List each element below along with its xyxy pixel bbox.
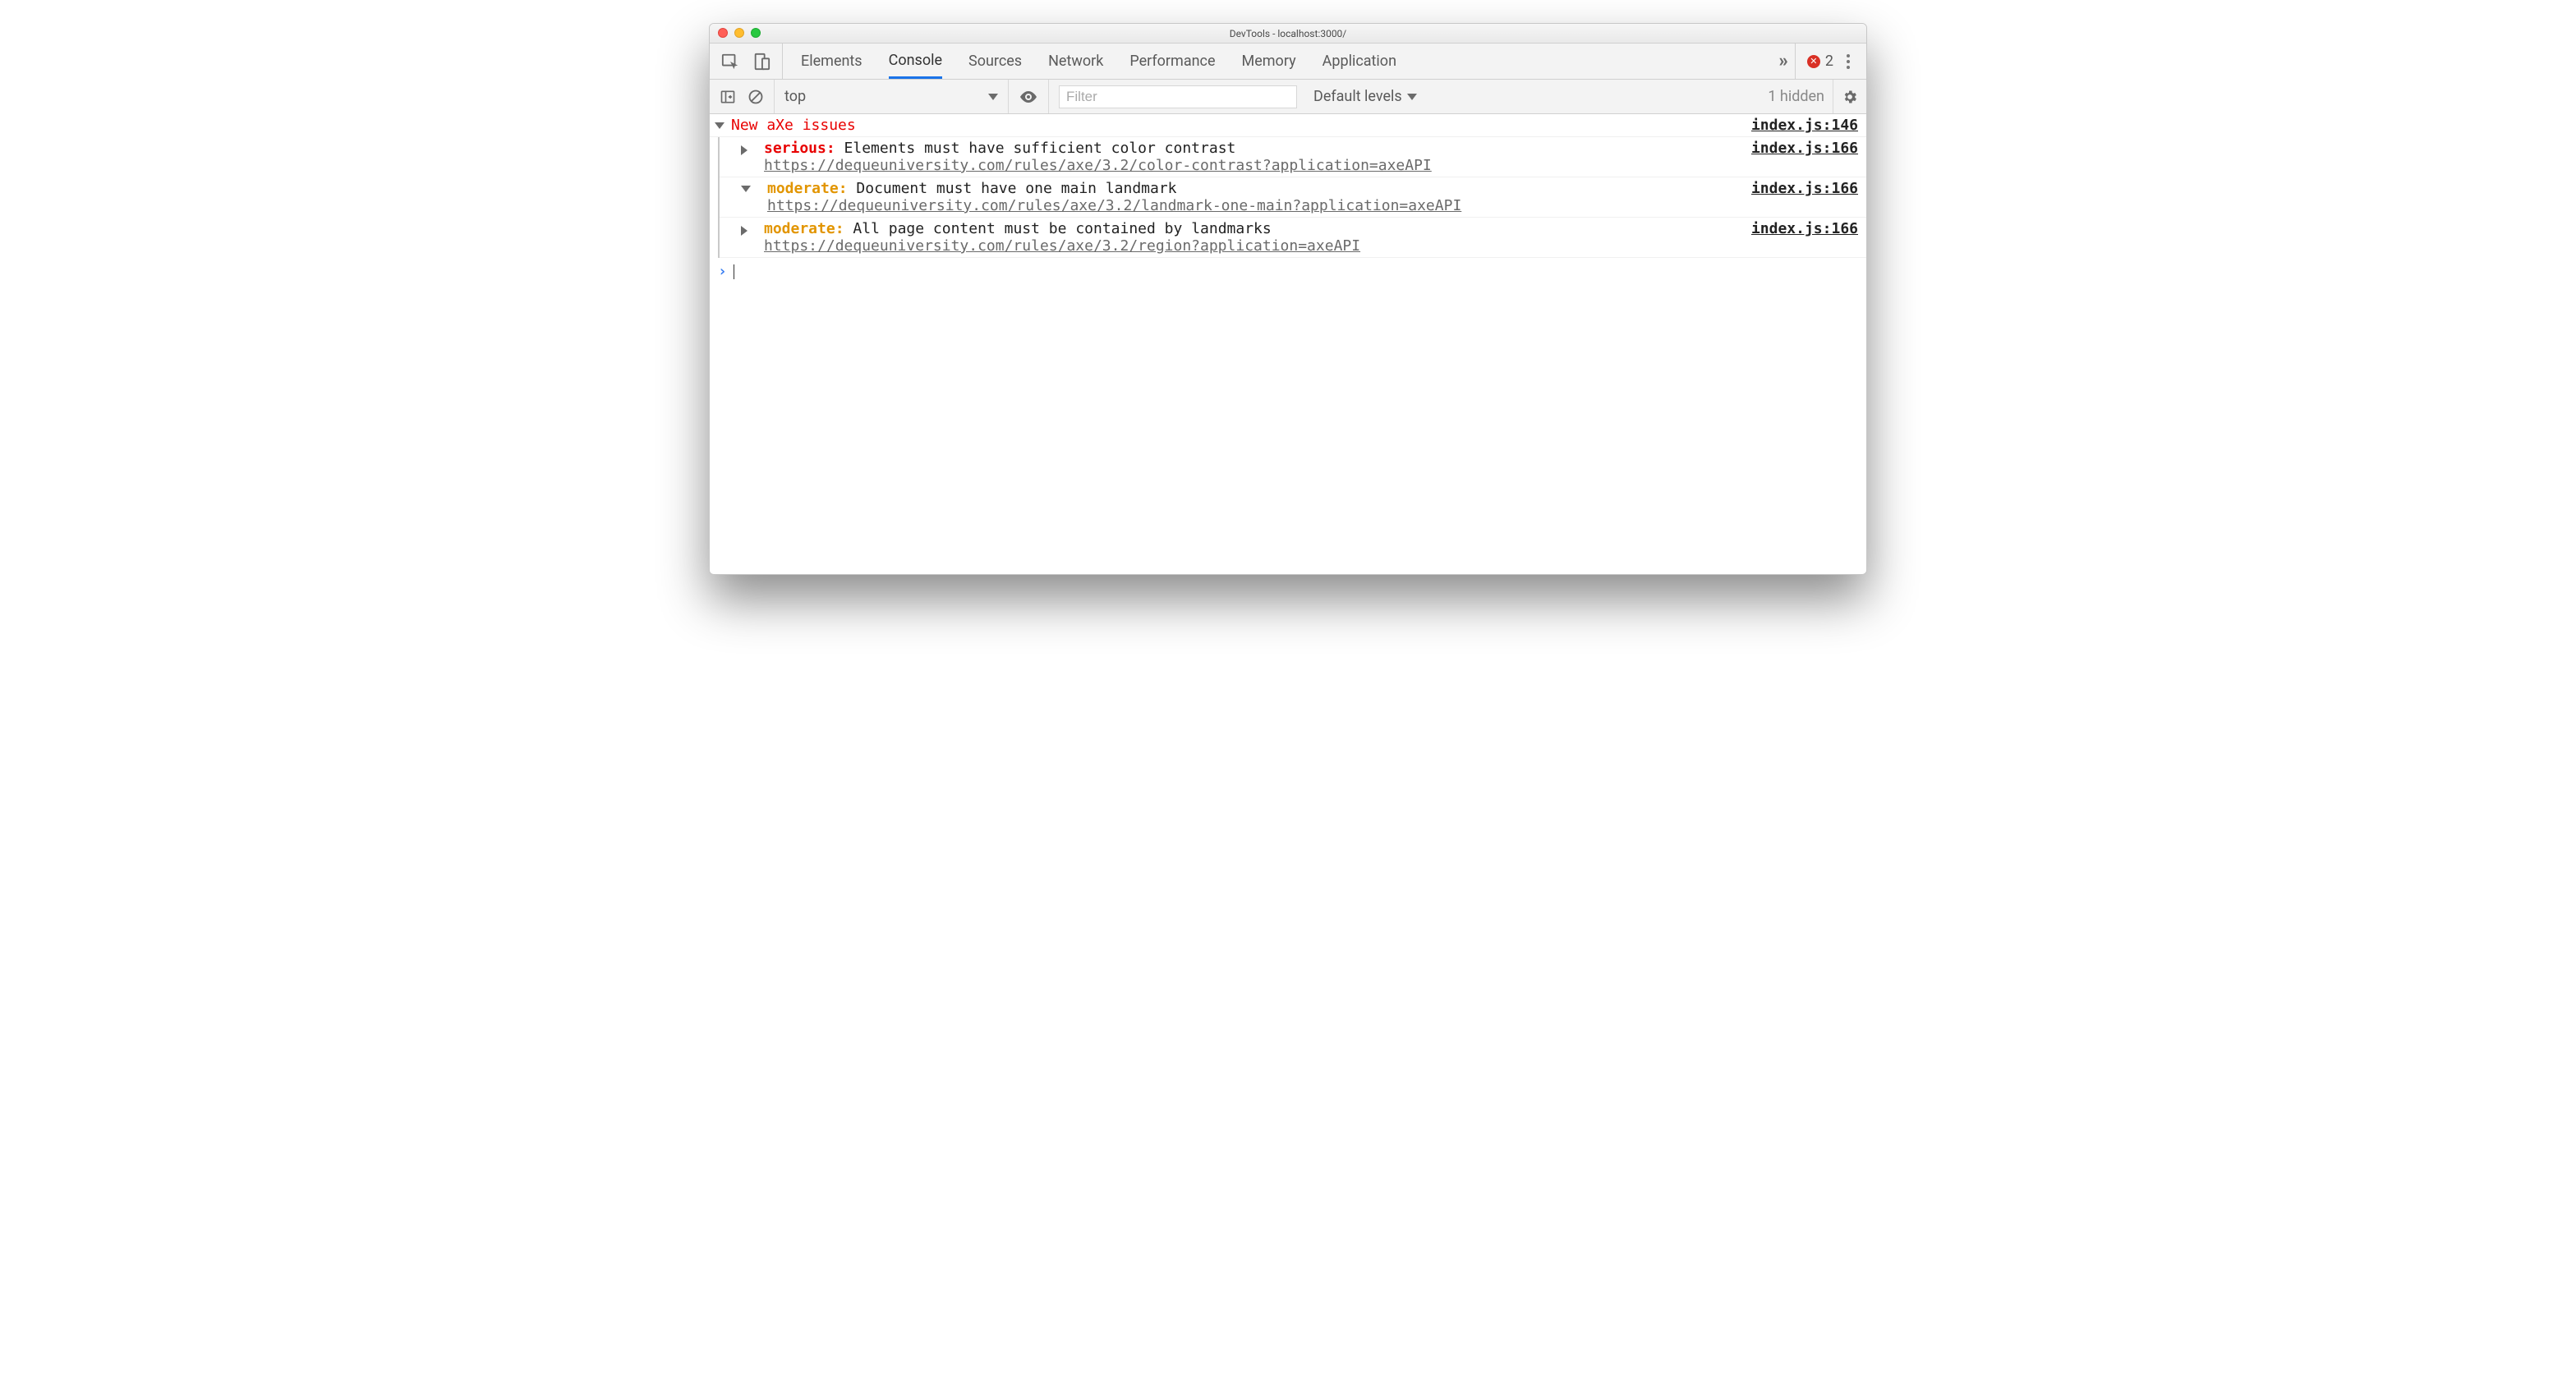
message-text: Document must have one main landmark (856, 180, 1176, 197)
tabs-right-controls: ✕ 2 (1795, 44, 1866, 79)
message-text: Elements must have sufficient color cont… (844, 140, 1236, 157)
console-message[interactable]: moderate: All page content must be conta… (720, 218, 1866, 258)
more-options-button[interactable] (1842, 54, 1855, 69)
chevron-down-icon (988, 94, 998, 100)
clear-console-icon[interactable] (748, 89, 764, 105)
hidden-messages-count[interactable]: 1 hidden (1768, 88, 1833, 105)
inspect-element-icon[interactable] (721, 53, 739, 71)
source-link[interactable]: index.js:166 (1743, 180, 1858, 197)
tabs-bar: Elements Console Sources Network Perform… (710, 44, 1866, 80)
console-message[interactable]: serious: Elements must have sufficient c… (720, 137, 1866, 177)
tab-console[interactable]: Console (889, 44, 942, 79)
titlebar: DevTools - localhost:3000/ (710, 24, 1866, 44)
console-settings-button[interactable] (1833, 80, 1866, 113)
severity-label: moderate: (764, 220, 844, 237)
source-link[interactable]: index.js:166 (1743, 220, 1858, 237)
tab-performance[interactable]: Performance (1129, 44, 1215, 79)
group-title: New aXe issues (731, 117, 856, 134)
message-body: moderate: All page content must be conta… (754, 220, 1360, 255)
message-body: serious: Elements must have sufficient c… (754, 140, 1432, 174)
tab-label: Elements (801, 53, 862, 70)
help-link[interactable]: https://dequeuniversity.com/rules/axe/3.… (764, 237, 1360, 255)
tab-label: Performance (1129, 53, 1215, 70)
context-selector[interactable]: top (775, 80, 1009, 113)
console-group-body: serious: Elements must have sufficient c… (718, 137, 1866, 258)
tab-network[interactable]: Network (1048, 44, 1103, 79)
window-controls (718, 28, 761, 38)
tab-application[interactable]: Application (1322, 44, 1396, 79)
tabs-left-controls (710, 44, 783, 79)
filter-input[interactable] (1059, 85, 1297, 108)
tab-memory[interactable]: Memory (1242, 44, 1296, 79)
log-levels-selector[interactable]: Default levels (1313, 88, 1417, 105)
help-link[interactable]: https://dequeuniversity.com/rules/axe/3.… (764, 157, 1432, 174)
tab-label: Sources (968, 53, 1022, 70)
error-count: 2 (1825, 53, 1833, 70)
source-link[interactable]: index.js:166 (1743, 140, 1858, 157)
disclosure-triangle-icon[interactable] (741, 226, 748, 236)
tab-label: Console (889, 52, 942, 69)
tab-elements[interactable]: Elements (801, 44, 862, 79)
close-window-button[interactable] (718, 28, 728, 38)
filter-section: Default levels (1049, 80, 1427, 113)
console-group-header[interactable]: New aXe issues index.js:146 (710, 114, 1866, 137)
window-title: DevTools - localhost:3000/ (1230, 28, 1347, 39)
toolbar-left (710, 80, 775, 113)
minimize-window-button[interactable] (734, 28, 744, 38)
tabs-list: Elements Console Sources Network Perform… (783, 44, 1769, 79)
disclosure-triangle-icon[interactable] (715, 122, 724, 129)
console-prompt[interactable]: › (710, 258, 1866, 285)
prompt-chevron-icon: › (718, 263, 727, 280)
message-text: All page content must be contained by la… (853, 220, 1271, 237)
tab-label: Memory (1242, 53, 1296, 70)
message-body: moderate: Document must have one main la… (757, 180, 1461, 214)
severity-label: moderate: (767, 180, 848, 197)
levels-label: Default levels (1313, 88, 1402, 105)
error-count-badge[interactable]: ✕ 2 (1807, 53, 1833, 70)
tabs-overflow-button[interactable]: » (1769, 44, 1795, 79)
help-link[interactable]: https://dequeuniversity.com/rules/axe/3.… (767, 197, 1461, 214)
show-console-sidebar-icon[interactable] (720, 89, 736, 105)
disclosure-triangle-icon[interactable] (741, 145, 748, 155)
tab-label: Network (1048, 53, 1103, 70)
chevron-down-icon (1407, 94, 1417, 100)
console-output: New aXe issues index.js:146 serious: Ele… (710, 114, 1866, 574)
chevrons-right-icon: » (1779, 51, 1785, 71)
severity-label: serious: (764, 140, 835, 157)
error-icon: ✕ (1807, 55, 1820, 68)
create-live-expression-icon[interactable] (1019, 87, 1038, 107)
disclosure-triangle-icon[interactable] (741, 186, 751, 192)
devtools-window: DevTools - localhost:3000/ Elements Cons… (709, 23, 1867, 575)
tab-sources[interactable]: Sources (968, 44, 1022, 79)
console-message[interactable]: moderate: Document must have one main la… (720, 177, 1866, 218)
live-expression-section (1009, 80, 1049, 113)
context-label: top (784, 88, 806, 105)
zoom-window-button[interactable] (751, 28, 761, 38)
source-link[interactable]: index.js:146 (1743, 117, 1858, 134)
console-toolbar: top Default levels 1 hidden (710, 80, 1866, 114)
toggle-device-toolbar-icon[interactable] (752, 53, 770, 71)
tab-label: Application (1322, 53, 1396, 70)
